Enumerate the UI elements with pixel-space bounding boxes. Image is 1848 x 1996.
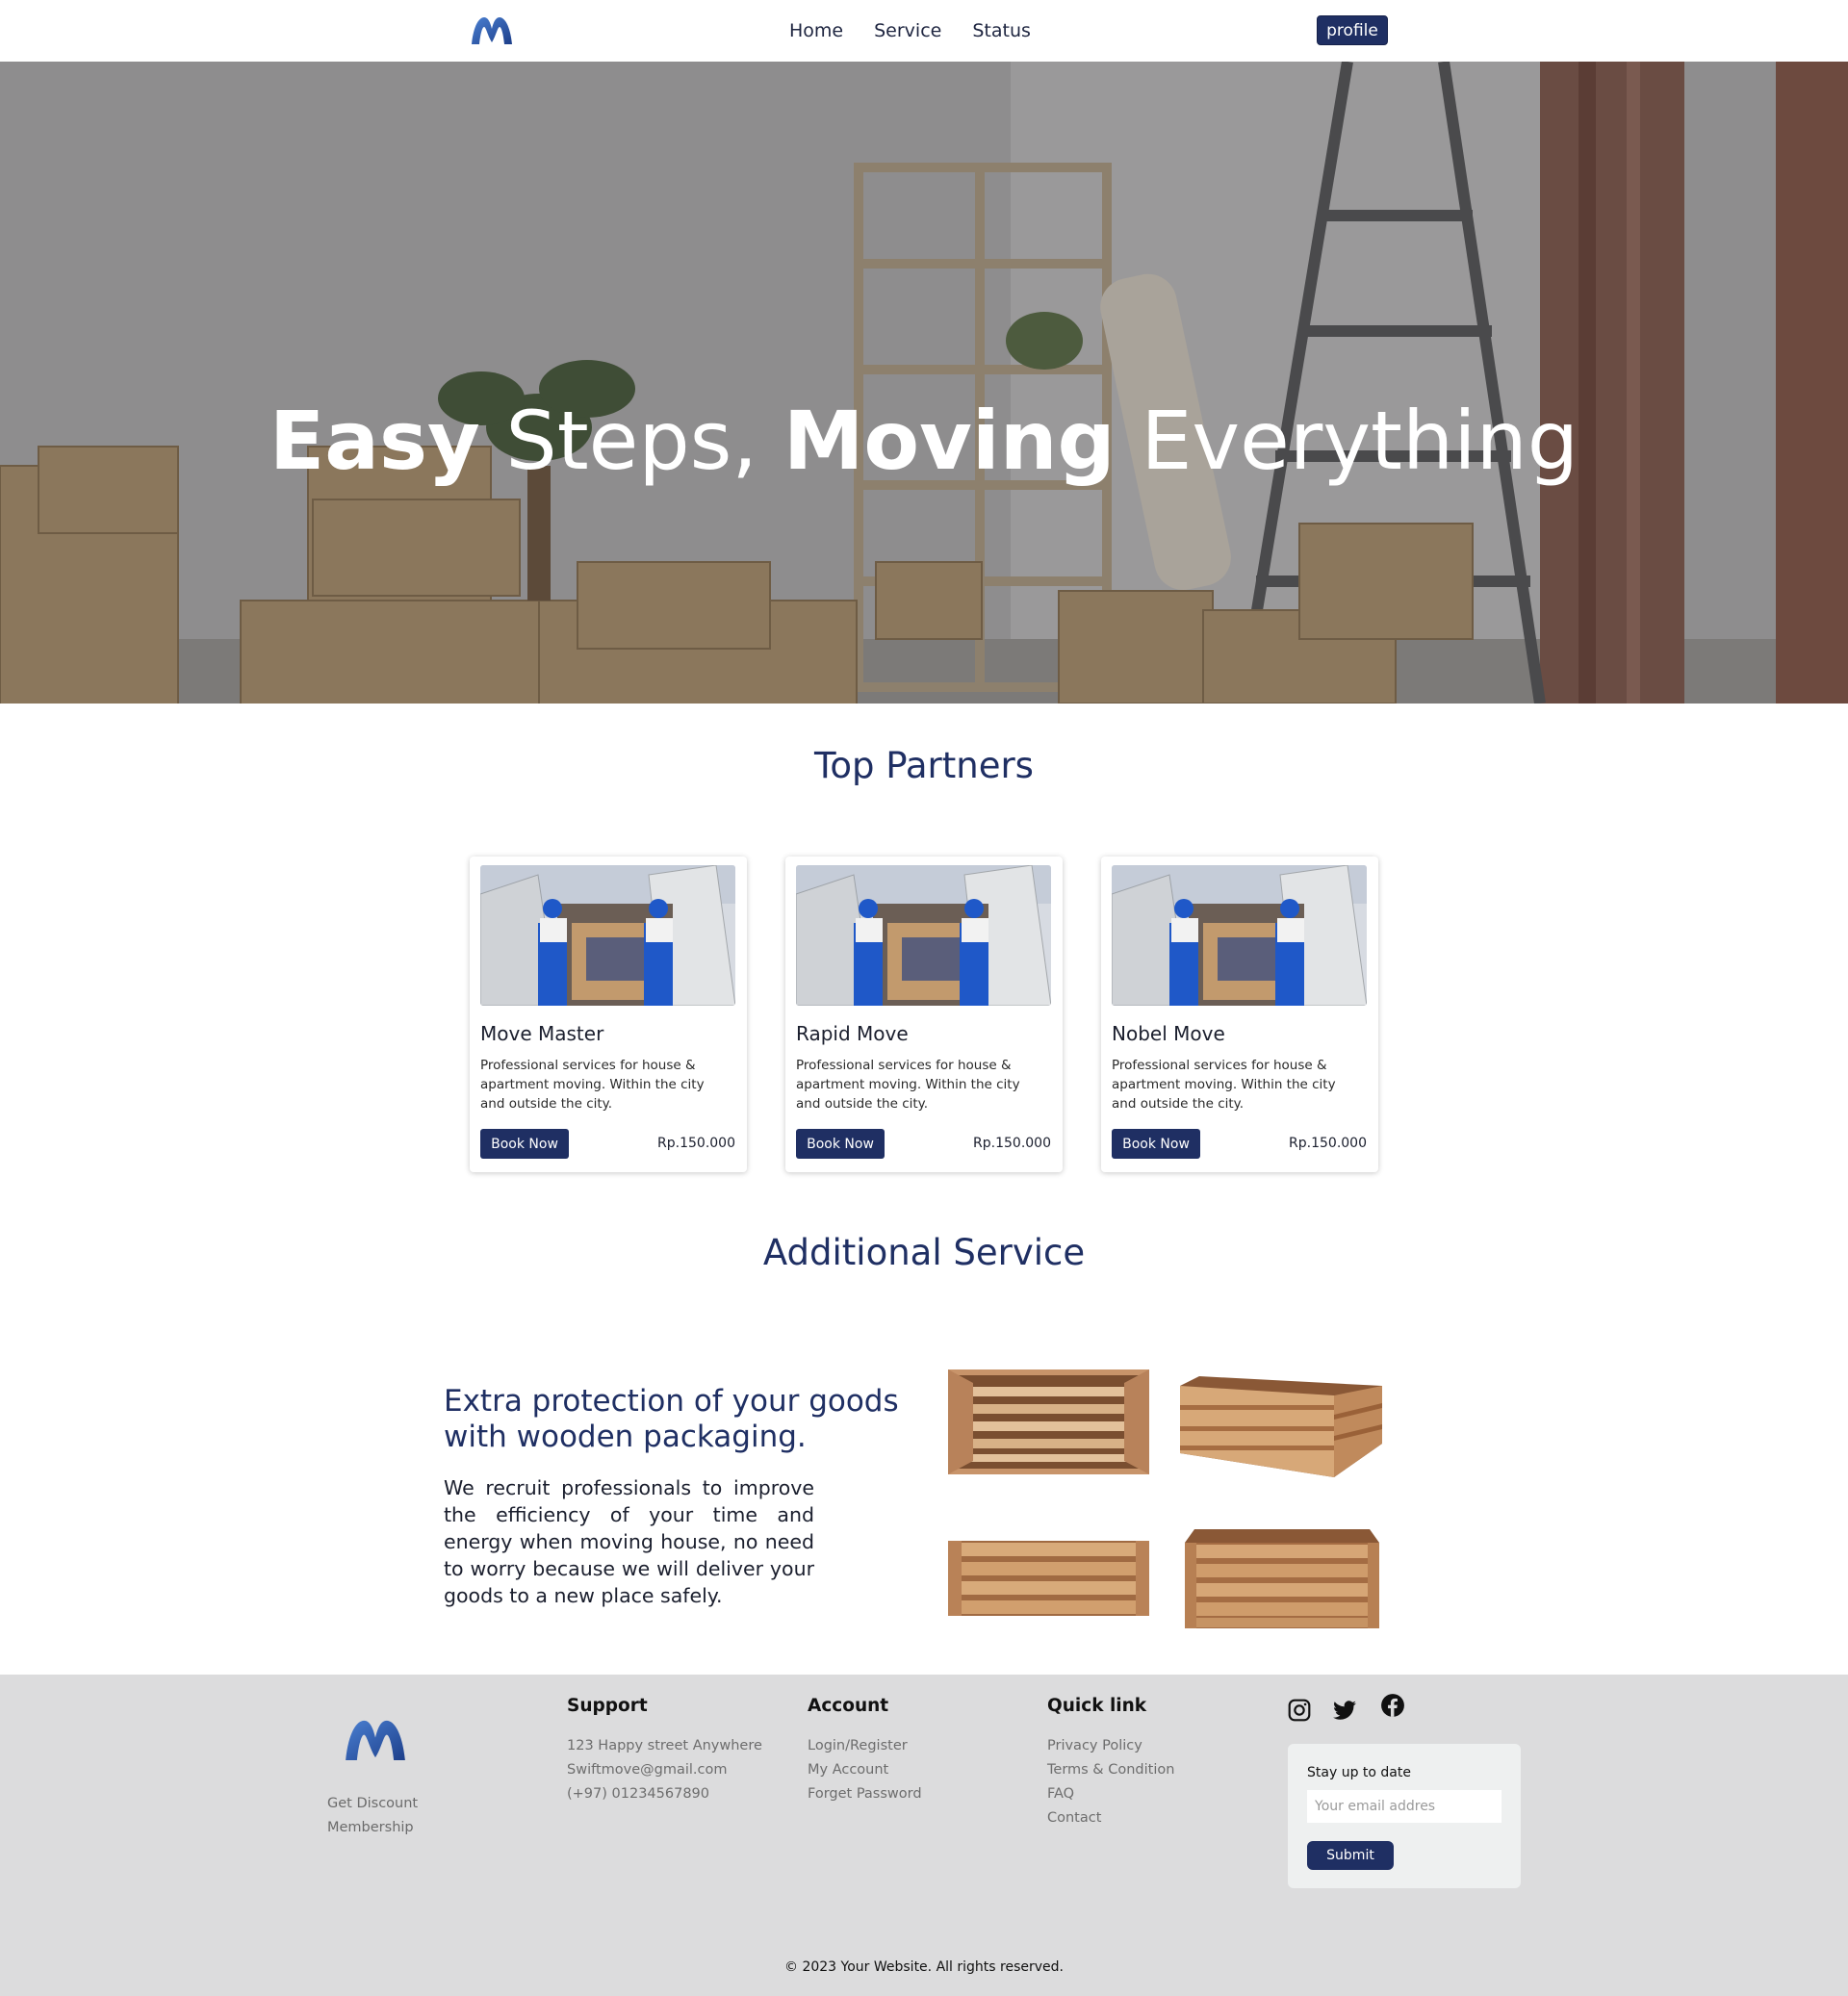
hero-word-steps: Steps, <box>505 394 758 488</box>
nav-service-link[interactable]: Service <box>874 20 941 41</box>
additional-service-title: Additional Service <box>762 1232 1086 1273</box>
membership-link[interactable]: Membership <box>327 1820 414 1835</box>
wooden-packaging-description: We recruit professionals to improve the … <box>444 1476 814 1607</box>
copyright-text: © 2023 Your Website. All rights reserved… <box>784 1959 1064 1975</box>
hero-word-everything: Everything <box>1141 394 1579 488</box>
partner-card-photo <box>480 865 735 1006</box>
book-now-button[interactable]: Book Now <box>796 1129 885 1159</box>
support-address: 123 Happy street Anywhere <box>567 1738 762 1753</box>
partner-name: Move Master <box>480 1022 604 1045</box>
get-discount-link[interactable]: Get Discount <box>327 1796 418 1811</box>
book-now-button[interactable]: Book Now <box>480 1129 569 1159</box>
newsletter-submit-button[interactable]: Submit <box>1307 1841 1394 1870</box>
support-phone[interactable]: (+97) 01234567890 <box>567 1786 709 1802</box>
hero-word-easy: Easy <box>269 394 480 488</box>
quicklink-title: Quick link <box>1047 1696 1147 1716</box>
nav-links: Home Service Status <box>789 0 1062 62</box>
hero-headline: Easy Steps, Moving Everything <box>0 394 1848 488</box>
nav-home-link[interactable]: Home <box>789 20 843 41</box>
terms-condition-link[interactable]: Terms & Condition <box>1047 1762 1174 1778</box>
wooden-crate-front-view <box>1185 1529 1379 1628</box>
faq-link[interactable]: FAQ <box>1047 1786 1074 1802</box>
partner-description: Professional services for house & apartm… <box>1112 1058 1336 1112</box>
book-now-button[interactable]: Book Now <box>1112 1129 1200 1159</box>
top-partners-title: Top Partners <box>814 745 1034 786</box>
wooden-crate-side-view <box>948 1541 1149 1616</box>
profile-button[interactable]: profile <box>1317 15 1388 45</box>
twitter-icon[interactable] <box>1332 1698 1357 1723</box>
support-email[interactable]: Swiftmove@gmail.com <box>567 1762 727 1778</box>
partner-card: Rapid Move Professional services for hou… <box>785 857 1063 1172</box>
newsletter-box: Stay up to date Submit <box>1288 1744 1521 1888</box>
top-navbar: Home Service Status profile <box>0 0 1848 62</box>
privacy-policy-link[interactable]: Privacy Policy <box>1047 1738 1142 1753</box>
nav-status-link[interactable]: Status <box>972 20 1031 41</box>
hero-banner: Easy Steps, Moving Everything <box>0 62 1848 704</box>
my-account-link[interactable]: My Account <box>808 1762 888 1778</box>
support-title: Support <box>567 1696 648 1716</box>
partner-name: Nobel Move <box>1112 1022 1225 1045</box>
partner-card: Move Master Professional services for ho… <box>470 857 747 1172</box>
wooden-packaging-heading: Extra protection of your goods with wood… <box>444 1384 899 1454</box>
partner-description: Professional services for house & apartm… <box>796 1058 1020 1112</box>
partner-description: Professional services for house & apartm… <box>480 1058 705 1112</box>
forget-password-link[interactable]: Forget Password <box>808 1786 922 1802</box>
newsletter-title: Stay up to date <box>1307 1765 1411 1780</box>
account-title: Account <box>808 1696 889 1716</box>
contact-link[interactable]: Contact <box>1047 1810 1101 1826</box>
partner-card: Nobel Move Professional services for hou… <box>1101 857 1378 1172</box>
partner-price: Rp.150.000 <box>973 1136 1051 1151</box>
partner-card-photo <box>1112 865 1367 1006</box>
wooden-crate-top-view <box>948 1369 1149 1474</box>
newsletter-email-input[interactable] <box>1307 1790 1502 1823</box>
partner-card-photo <box>796 865 1051 1006</box>
footer: Get Discount Membership Support 123 Happ… <box>0 1675 1848 1996</box>
partner-name: Rapid Move <box>796 1022 909 1045</box>
login-register-link[interactable]: Login/Register <box>808 1738 908 1753</box>
partner-price: Rp.150.000 <box>1289 1136 1367 1151</box>
hero-room-illustration <box>0 62 1848 704</box>
partner-price: Rp.150.000 <box>657 1136 735 1151</box>
wooden-crate-angled <box>1180 1376 1382 1477</box>
m-logo-icon[interactable] <box>342 1715 409 1763</box>
m-logo-icon[interactable] <box>470 13 514 46</box>
facebook-icon[interactable] <box>1380 1693 1405 1718</box>
instagram-icon[interactable] <box>1287 1698 1312 1723</box>
hero-word-moving: Moving <box>783 394 1116 488</box>
